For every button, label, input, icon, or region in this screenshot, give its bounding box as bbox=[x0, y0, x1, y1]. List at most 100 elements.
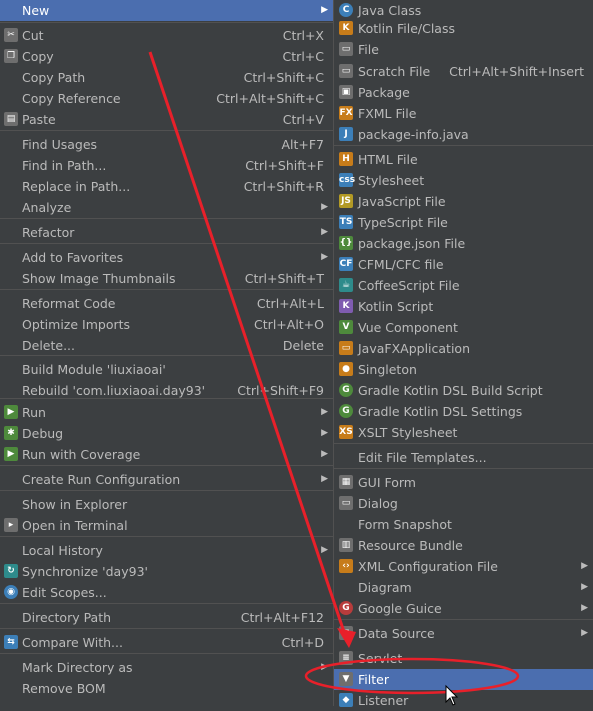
menu-item-singleton[interactable]: ● Singleton bbox=[334, 359, 593, 380]
menu-item-label: Find in Path... bbox=[22, 158, 107, 173]
menu-item-copy-path[interactable]: Copy Path Ctrl+Shift+C bbox=[0, 67, 333, 88]
menu-item-label: HTML File bbox=[358, 152, 418, 167]
menu-item-label: Local History bbox=[22, 543, 103, 558]
submenu-arrow-icon: ▶ bbox=[321, 474, 328, 484]
menu-item-replace-in-path[interactable]: Replace in Path... Ctrl+Shift+R bbox=[0, 176, 333, 197]
menu-item-gradle-kotlin-dsl-build-script[interactable]: G Gradle Kotlin DSL Build Script bbox=[334, 380, 593, 401]
menu-separator bbox=[0, 490, 333, 491]
shortcut-label: Ctrl+X bbox=[282, 28, 324, 43]
menu-item-filter[interactable]: ▼ Filter bbox=[334, 669, 593, 690]
shortcut-label: Ctrl+Shift+T bbox=[244, 271, 324, 286]
menu-item-label: Build Module 'liuxiaoai' bbox=[22, 362, 166, 377]
menu-item-package[interactable]: ▣ Package bbox=[334, 82, 593, 103]
menu-item-copy-reference[interactable]: Copy Reference Ctrl+Alt+Shift+C bbox=[0, 88, 333, 109]
menu-item-vue-component[interactable]: V Vue Component bbox=[334, 317, 593, 338]
menu-item-kotlin-script[interactable]: K Kotlin Script bbox=[334, 296, 593, 317]
menu-item-label: FXML File bbox=[358, 106, 417, 121]
menu-item-label: Debug bbox=[22, 426, 64, 441]
menu-item-listener[interactable]: ◆ Listener bbox=[334, 690, 593, 711]
shortcut-label: Alt+F7 bbox=[281, 137, 324, 152]
menu-separator bbox=[0, 289, 333, 290]
menu-item-local-history[interactable]: Local History ▶ bbox=[0, 540, 333, 561]
menu-item-html-file[interactable]: H HTML File bbox=[334, 149, 593, 170]
menu-item-fxml-file[interactable]: FX FXML File bbox=[334, 103, 593, 124]
menu-item-label: CoffeeScript File bbox=[358, 278, 460, 293]
gui-form-icon: ▦ bbox=[339, 475, 353, 489]
sync-icon: ↻ bbox=[4, 564, 18, 578]
menu-item-stylesheet[interactable]: css Stylesheet bbox=[334, 170, 593, 191]
menu-item-find-usages[interactable]: Find Usages Alt+F7 bbox=[0, 134, 333, 155]
fxml-icon: FX bbox=[339, 106, 353, 120]
menu-item-open-in-terminal[interactable]: ▸ Open in Terminal bbox=[0, 515, 333, 536]
menu-item-new[interactable]: New ▶ bbox=[0, 0, 333, 21]
menu-item-show-image-thumbnails[interactable]: Show Image Thumbnails Ctrl+Shift+T bbox=[0, 268, 333, 289]
menu-item-typescript-file[interactable]: TS TypeScript File bbox=[334, 212, 593, 233]
menu-item-dialog[interactable]: ▭ Dialog bbox=[334, 493, 593, 514]
menu-item-javascript-file[interactable]: JS JavaScript File bbox=[334, 191, 593, 212]
menu-item-xml-configuration-file[interactable]: ‹› XML Configuration File ▶ bbox=[334, 556, 593, 577]
menu-item-scratch-file[interactable]: ▭ Scratch File Ctrl+Alt+Shift+Insert bbox=[334, 61, 593, 82]
submenu-arrow-icon: ▶ bbox=[321, 428, 328, 438]
menu-item-form-snapshot[interactable]: Form Snapshot bbox=[334, 514, 593, 535]
menu-item-optimize-imports[interactable]: Optimize Imports Ctrl+Alt+O bbox=[0, 314, 333, 335]
menu-item-copy[interactable]: ❐ Copy Ctrl+C bbox=[0, 46, 333, 67]
shortcut-label: Ctrl+Shift+F9 bbox=[237, 383, 324, 398]
menu-item-package-json-file[interactable]: {} package.json File bbox=[334, 233, 593, 254]
menu-item-create-run-configuration[interactable]: Create Run Configuration ▶ bbox=[0, 469, 333, 490]
menu-item-reformat-code[interactable]: Reformat Code Ctrl+Alt+L bbox=[0, 293, 333, 314]
package-info-icon: J bbox=[339, 127, 353, 141]
menu-item-file[interactable]: ▭ File bbox=[334, 39, 593, 60]
menu-item-xslt-stylesheet[interactable]: XS XSLT Stylesheet bbox=[334, 422, 593, 443]
javascript-icon: JS bbox=[339, 194, 353, 208]
menu-separator bbox=[0, 130, 333, 131]
cfml-icon: CF bbox=[339, 257, 353, 271]
menu-item-edit-scopes[interactable]: ◉ Edit Scopes... bbox=[0, 582, 333, 603]
shortcut-label: Ctrl+D bbox=[281, 635, 324, 650]
menu-item-servlet[interactable]: ≡ Servlet bbox=[334, 648, 593, 669]
menu-item-gui-form[interactable]: ▦ GUI Form bbox=[334, 472, 593, 493]
menu-item-refactor[interactable]: Refactor ▶ bbox=[0, 222, 333, 243]
menu-item-run-with-coverage[interactable]: ▶ Run with Coverage ▶ bbox=[0, 444, 333, 465]
dialog-icon: ▭ bbox=[339, 496, 353, 510]
menu-item-label: Listener bbox=[358, 693, 409, 708]
menu-item-run[interactable]: ▶ Run ▶ bbox=[0, 402, 333, 423]
menu-item-label: TypeScript File bbox=[358, 215, 448, 230]
menu-item-analyze[interactable]: Analyze ▶ bbox=[0, 197, 333, 218]
menu-item-paste[interactable]: ▤ Paste Ctrl+V bbox=[0, 109, 333, 130]
menu-item-directory-path[interactable]: Directory Path Ctrl+Alt+F12 bbox=[0, 607, 333, 628]
menu-item-label: Diagram bbox=[358, 580, 412, 595]
menu-item-label: Open in Terminal bbox=[22, 518, 128, 533]
menu-item-build-module-liuxiaoai[interactable]: Build Module 'liuxiaoai' bbox=[0, 359, 333, 380]
menu-item-gradle-kotlin-dsl-settings[interactable]: G Gradle Kotlin DSL Settings bbox=[334, 401, 593, 422]
menu-item-javafxapplication[interactable]: ▭ JavaFXApplication bbox=[334, 338, 593, 359]
menu-item-label: Add to Favorites bbox=[22, 250, 124, 265]
menu-item-package-info-java[interactable]: Jpackage-info.java bbox=[334, 124, 593, 145]
scopes-icon: ◉ bbox=[4, 585, 18, 599]
menu-item-synchronize-day93[interactable]: ↻ Synchronize 'day93' bbox=[0, 561, 333, 582]
menu-item-remove-bom[interactable]: Remove BOM bbox=[0, 678, 333, 699]
menu-item-label: JavaFXApplication bbox=[358, 341, 470, 356]
menu-item-label: XSLT Stylesheet bbox=[358, 425, 458, 440]
menu-item-edit-file-templates[interactable]: Edit File Templates... bbox=[334, 447, 593, 468]
menu-item-find-in-path[interactable]: Find in Path... Ctrl+Shift+F bbox=[0, 155, 333, 176]
menu-item-show-in-explorer[interactable]: Show in Explorer bbox=[0, 494, 333, 515]
menu-item-kotlin-file-class[interactable]: K Kotlin File/Class bbox=[334, 18, 593, 39]
menu-item-cfml-cfc-file[interactable]: CF CFML/CFC file bbox=[334, 254, 593, 275]
menu-item-delete[interactable]: Delete... Delete bbox=[0, 335, 333, 356]
menu-item-cut[interactable]: ✂ Cut Ctrl+X bbox=[0, 25, 333, 46]
menu-item-mark-directory-as[interactable]: Mark Directory as ▶ bbox=[0, 657, 333, 678]
menu-item-label: Edit Scopes... bbox=[22, 585, 107, 600]
menu-item-compare-with[interactable]: ⇆ Compare With... Ctrl+D bbox=[0, 632, 333, 653]
menu-item-google-guice[interactable]: G Google Guice ▶ bbox=[334, 598, 593, 619]
shortcut-label: Ctrl+Alt+Shift+C bbox=[216, 91, 324, 106]
package-icon: ▣ bbox=[339, 85, 353, 99]
menu-item-add-to-favorites[interactable]: Add to Favorites ▶ bbox=[0, 247, 333, 268]
menu-item-label: Copy bbox=[22, 49, 54, 64]
menu-item-resource-bundle[interactable]: ▥ Resource Bundle bbox=[334, 535, 593, 556]
menu-item-rebuild-com-liuxiaoai-day93[interactable]: Rebuild 'com.liuxiaoai.day93' Ctrl+Shift+… bbox=[0, 380, 333, 401]
menu-item-data-source[interactable]: ≡ Data Source ▶ bbox=[334, 623, 593, 644]
menu-item-coffeescript-file[interactable]: ☕ CoffeeScript File bbox=[334, 275, 593, 296]
menu-item-label: New bbox=[22, 3, 50, 18]
menu-item-debug[interactable]: ✱ Debug ▶ bbox=[0, 423, 333, 444]
menu-item-diagram[interactable]: Diagram ▶ bbox=[334, 577, 593, 598]
